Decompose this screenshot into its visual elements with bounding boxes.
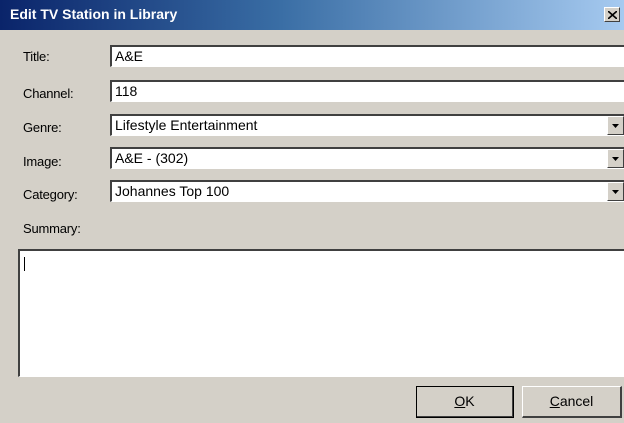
cancel-mnemonic: C [549, 393, 560, 409]
category-value: Johannes Top 100 [115, 183, 230, 199]
chevron-down-icon [612, 190, 619, 194]
cancel-label-rest: ancel [559, 393, 594, 409]
dialog-title: Edit TV Station in Library [10, 6, 178, 22]
category-select[interactable]: Johannes Top 100 [110, 180, 624, 202]
channel-label: Channel: [23, 86, 74, 101]
image-dropdown-button[interactable] [607, 149, 624, 168]
summary-label: Summary: [23, 221, 81, 236]
text-caret [24, 257, 25, 271]
ok-button[interactable]: OK [416, 386, 514, 418]
close-button[interactable] [604, 7, 620, 22]
category-dropdown-button[interactable] [607, 182, 624, 201]
edit-tv-station-dialog: Edit TV Station in Library Title: A&E Ch… [0, 0, 624, 423]
channel-input[interactable]: 118 [110, 80, 624, 102]
genre-select[interactable]: Lifestyle Entertainment [110, 114, 624, 136]
category-label: Category: [23, 187, 78, 202]
close-icon [608, 11, 617, 19]
ok-mnemonic: O [454, 393, 466, 409]
image-label: Image: [23, 154, 62, 169]
title-input[interactable]: A&E [110, 45, 624, 67]
genre-dropdown-button[interactable] [607, 116, 624, 135]
genre-value: Lifestyle Entertainment [115, 117, 258, 133]
chevron-down-icon [612, 157, 619, 161]
cancel-button[interactable]: Cancel [522, 386, 622, 418]
image-value: A&E - (302) [115, 150, 189, 166]
ok-label-rest: K [465, 393, 475, 409]
title-label: Title: [23, 49, 50, 64]
chevron-down-icon [612, 124, 619, 128]
title-bar[interactable]: Edit TV Station in Library [0, 0, 624, 30]
summary-textarea[interactable] [18, 249, 624, 377]
image-select[interactable]: A&E - (302) [110, 147, 624, 169]
genre-label: Genre: [23, 120, 62, 135]
